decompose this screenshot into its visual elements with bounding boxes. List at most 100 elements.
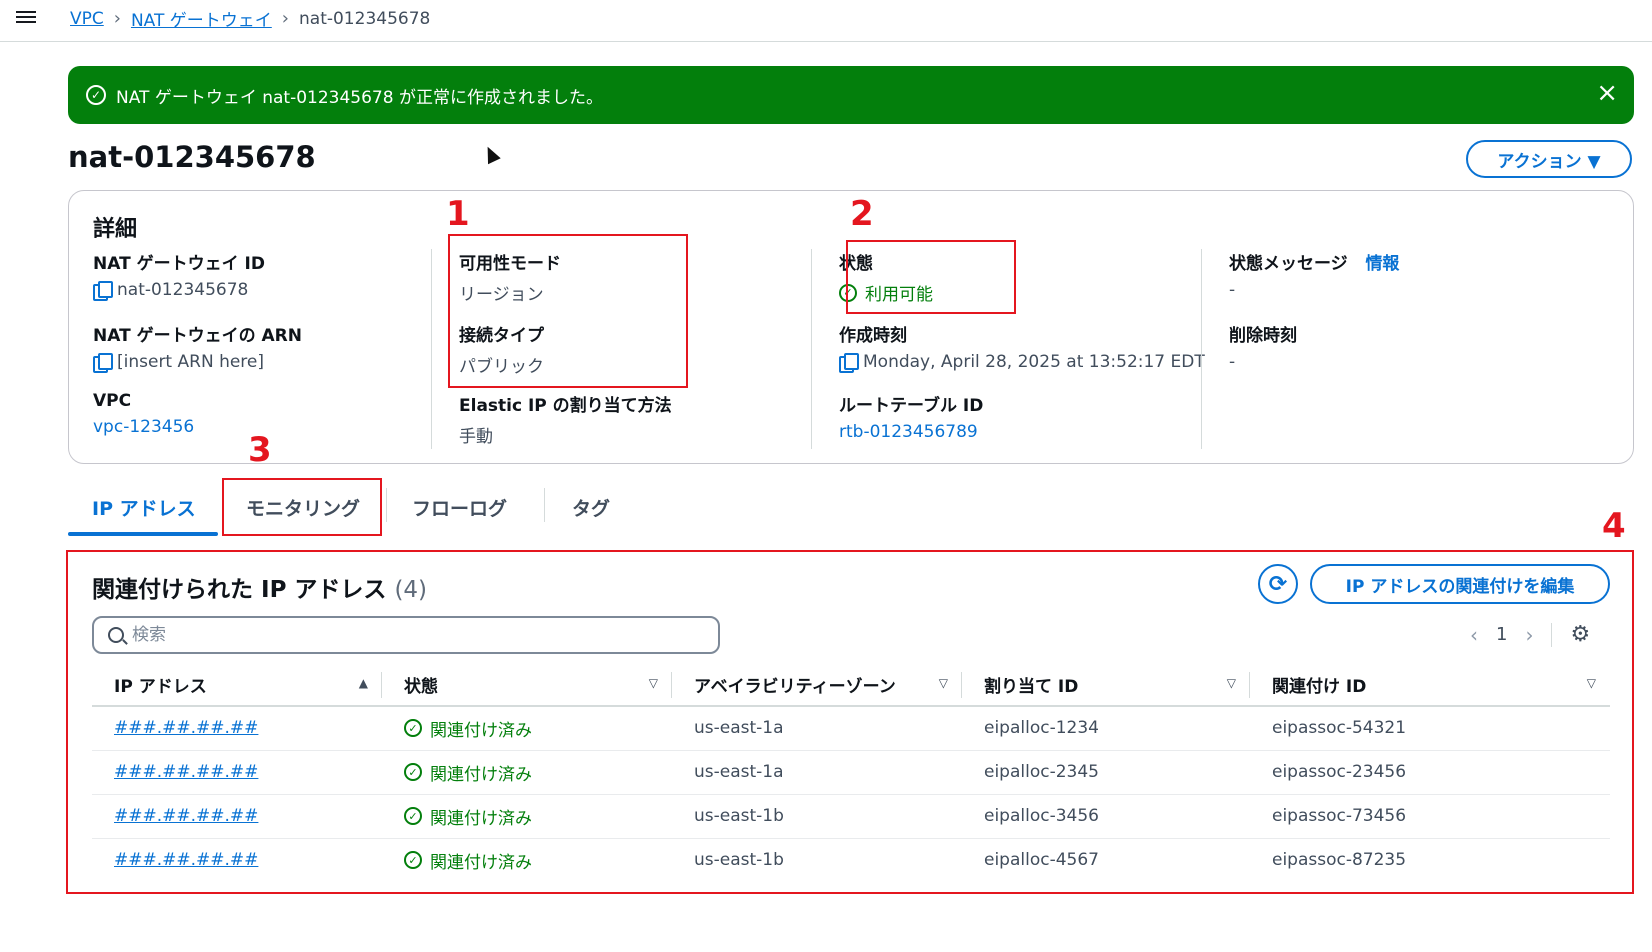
created-time-field: 作成時刻 Monday, April 28, 2025 at 13:52:17 …	[839, 321, 1205, 373]
annotation-number-4: 4	[1602, 506, 1626, 546]
annotation-number-3: 3	[248, 430, 272, 470]
arn-value: [insert ARN here]	[117, 352, 265, 372]
nat-id-label: NAT ゲートウェイ ID	[93, 254, 265, 274]
copy-icon[interactable]	[93, 353, 113, 373]
close-icon[interactable]: ×	[1596, 80, 1618, 106]
state-message-field: 状態メッセージ 情報 -	[1229, 249, 1399, 300]
tab-ip-addresses[interactable]: IP アドレス	[92, 494, 196, 521]
chevron-right-icon: ›	[113, 8, 121, 29]
table-row: ###.##.##.## ✓ 関連付け済み us-east-1a eipalloc…	[92, 706, 1610, 751]
breadcrumb-nat-gateway[interactable]: NAT ゲートウェイ	[131, 6, 272, 31]
tab-flow-logs[interactable]: フローログ	[412, 494, 507, 521]
column-header-status[interactable]: 状態 ▽	[382, 664, 672, 707]
state-message-value: -	[1229, 280, 1236, 300]
association-id-value: eipassoc-87235	[1272, 850, 1407, 871]
association-id-value: eipassoc-73456	[1250, 794, 1610, 839]
page-number[interactable]: 1	[1496, 624, 1507, 645]
pager-divider	[1551, 622, 1553, 647]
ip-count: (4)	[394, 577, 428, 603]
column-divider	[811, 249, 812, 449]
association-id-value: eipassoc-23456	[1250, 750, 1610, 795]
ip-link[interactable]: ###.##.##.##	[114, 762, 258, 782]
breadcrumb-vpc[interactable]: VPC	[70, 9, 104, 29]
edit-ip-associations-button[interactable]: IP アドレスの関連付けを編集	[1310, 564, 1610, 604]
eip-method-value: 手動	[459, 427, 493, 447]
column-divider	[1201, 249, 1202, 449]
ip-link[interactable]: ###.##.##.##	[114, 850, 258, 870]
table-row: ###.##.##.## ✓ 関連付け済み us-east-1b eipalloc…	[92, 794, 1610, 839]
ip-panel-title-text: 関連付けられた IP アドレス	[92, 577, 387, 603]
column-header-association-id[interactable]: 関連付け ID ▽	[1250, 664, 1610, 707]
status-value: 関連付け済み	[430, 808, 532, 829]
sort-descending-icon[interactable]: ▽	[1227, 676, 1236, 690]
sort-ascending-icon[interactable]: ▲	[359, 676, 368, 690]
az-value: us-east-1a	[672, 750, 962, 795]
tab-tags[interactable]: タグ	[572, 494, 610, 521]
success-check-icon: ✓	[404, 719, 422, 738]
state-message-label: 状態メッセージ	[1229, 254, 1348, 274]
route-table-label: ルートテーブル ID	[839, 396, 984, 416]
tab-divider	[386, 488, 387, 522]
table-row: ###.##.##.## ✓ 関連付け済み us-east-1b eipalloc…	[92, 838, 1610, 882]
arn-label: NAT ゲートウェイの ARN	[93, 326, 302, 346]
search-input[interactable]	[132, 625, 692, 645]
column-header-allocation-id[interactable]: 割り当て ID ▽	[962, 664, 1250, 707]
annotation-number-1: 1	[446, 194, 470, 234]
annotation-number-2: 2	[850, 194, 874, 234]
allocation-id-value: eipalloc-3456	[962, 794, 1250, 839]
chevron-right-icon: ›	[281, 8, 289, 29]
sort-descending-icon[interactable]: ▽	[649, 676, 658, 690]
mouse-cursor-icon	[481, 143, 501, 165]
top-bar: VPC › NAT ゲートウェイ › nat-012345678	[0, 0, 1652, 42]
arn-field: NAT ゲートウェイの ARN [insert ARN here]	[93, 321, 302, 373]
tab-divider	[544, 488, 545, 522]
breadcrumb: VPC › NAT ゲートウェイ › nat-012345678	[70, 6, 430, 31]
search-field	[92, 616, 720, 654]
az-value: us-east-1a	[672, 706, 962, 751]
breadcrumb-current: nat-012345678	[299, 8, 431, 29]
eip-method-label: Elastic IP の割り当て方法	[459, 396, 672, 416]
success-check-icon: ✓	[404, 807, 422, 825]
gear-icon[interactable]: ⚙	[1570, 622, 1590, 647]
vpc-field: VPC vpc-123456	[93, 391, 194, 437]
sort-descending-icon[interactable]: ▽	[1587, 676, 1596, 690]
info-link[interactable]: 情報	[1365, 254, 1399, 274]
table-row: ###.##.##.## ✓ 関連付け済み us-east-1a eipalloc…	[92, 750, 1610, 795]
nat-id-value: nat-012345678	[117, 280, 249, 300]
chevron-right-icon[interactable]: ›	[1525, 623, 1533, 647]
az-value: us-east-1b	[672, 794, 962, 839]
vpc-label: VPC	[93, 391, 132, 411]
page-title: nat-012345678	[68, 140, 316, 174]
sort-descending-icon[interactable]: ▽	[939, 676, 948, 690]
status-value: 関連付け済み	[430, 852, 532, 873]
ip-panel-title: 関連付けられた IP アドレス (4)	[92, 570, 427, 604]
refresh-icon[interactable]: ⟳	[1258, 564, 1298, 604]
column-header-az[interactable]: アベイラビリティーゾーン ▽	[672, 664, 962, 707]
allocation-id-value: eipalloc-4567	[984, 850, 1099, 871]
menu-icon[interactable]	[16, 8, 36, 28]
az-value: us-east-1b	[694, 850, 784, 871]
search-icon	[108, 627, 124, 643]
association-id-value: eipassoc-54321	[1250, 706, 1610, 751]
chevron-left-icon[interactable]: ‹	[1470, 623, 1478, 647]
allocation-id-value: eipalloc-1234	[962, 706, 1250, 751]
pagination: ‹ 1 › ⚙	[1470, 622, 1590, 647]
column-divider	[431, 249, 432, 449]
route-table-link[interactable]: rtb-0123456789	[839, 422, 978, 442]
deleted-time-label: 削除時刻	[1229, 326, 1297, 346]
annotation-box-1	[448, 234, 688, 388]
created-time-value: Monday, April 28, 2025 at 13:52:17 EDT	[863, 352, 1205, 372]
active-tab-indicator	[68, 532, 218, 536]
ip-link[interactable]: ###.##.##.##	[114, 806, 258, 826]
tab-monitoring[interactable]: モニタリング	[246, 494, 360, 521]
nat-id-field: NAT ゲートウェイ ID nat-012345678	[93, 249, 265, 301]
copy-icon[interactable]	[93, 281, 113, 301]
created-time-label: 作成時刻	[839, 326, 907, 346]
copy-icon[interactable]	[839, 353, 859, 373]
route-table-field: ルートテーブル ID rtb-0123456789	[839, 391, 983, 442]
ip-link[interactable]: ###.##.##.##	[114, 718, 258, 738]
vpc-link[interactable]: vpc-123456	[93, 417, 194, 437]
actions-button[interactable]: アクション ▼	[1466, 140, 1632, 178]
column-header-ip[interactable]: IP アドレス ▲	[92, 664, 382, 707]
table-header-row: IP アドレス ▲ 状態 ▽ アベイラビリティーゾーン ▽ 割り当て ID ▽ 関連付け…	[92, 664, 1610, 707]
